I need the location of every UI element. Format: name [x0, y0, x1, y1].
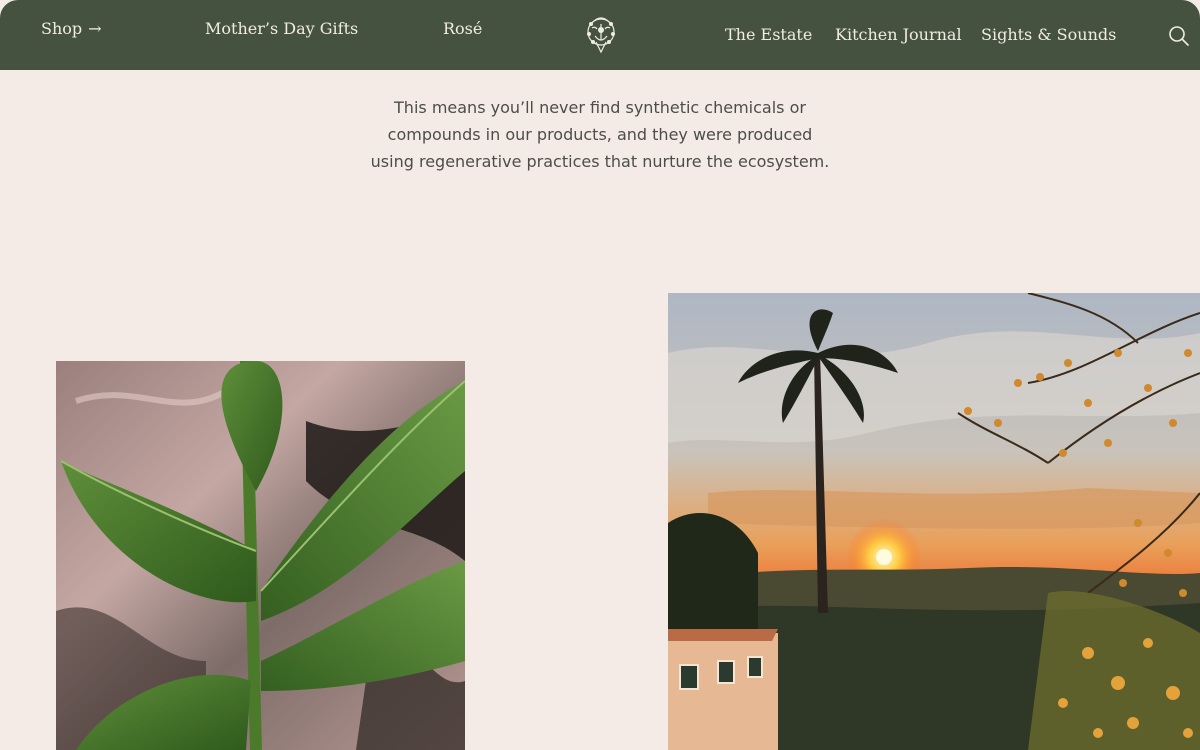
nav-mothers-day-gifts[interactable]: Mother’s Day Gifts: [205, 19, 358, 38]
nav-the-estate[interactable]: The Estate: [725, 25, 812, 44]
nav-sights-sounds[interactable]: Sights & Sounds: [981, 25, 1116, 44]
intro-paragraph: This means you’ll never find synthetic c…: [370, 98, 830, 171]
sunset-landscape-image: [668, 293, 1200, 750]
arrow-right-icon: →: [88, 19, 102, 38]
nav-shop-label: Shop: [41, 19, 83, 38]
top-navigation-bar: Shop → Mother’s Day Gifts Rosé The Estate…: [0, 0, 1200, 70]
nav-shop[interactable]: Shop →: [41, 19, 102, 38]
sage-leaves-image: [56, 361, 465, 750]
nav-kitchen-journal[interactable]: Kitchen Journal: [835, 25, 962, 44]
nav-rose[interactable]: Rosé: [443, 19, 482, 38]
crest-logo-icon[interactable]: [583, 12, 619, 56]
search-icon[interactable]: [1168, 25, 1190, 47]
